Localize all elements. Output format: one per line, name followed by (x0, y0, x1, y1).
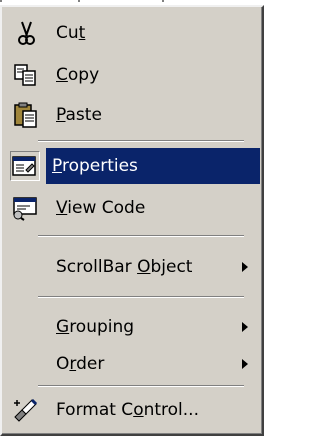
menu-item-cut[interactable]: Cut (6, 15, 260, 51)
submenu-arrow-icon (242, 322, 248, 332)
label-text: O (56, 354, 70, 374)
label-text: iew Code (67, 198, 146, 218)
menu-item-properties[interactable]: Properties (46, 148, 260, 184)
label-text: rouping (69, 317, 135, 337)
view-code-icon (12, 194, 40, 222)
menu-item-copy[interactable]: Copy (6, 57, 260, 93)
menu-separator (38, 140, 244, 142)
submenu-arrow-icon (242, 262, 248, 272)
edge-mark (78, 0, 80, 2)
menu-item-format-control[interactable]: Format Control... (6, 392, 260, 428)
label-text: aste (65, 105, 102, 125)
label-text: Format C (56, 400, 134, 420)
label-text: roperties (61, 156, 138, 176)
menu-separator (38, 296, 244, 298)
accelerator-key: o (133, 400, 144, 420)
clipboard-paste-icon (12, 101, 40, 129)
menu-item-order[interactable]: Order (6, 346, 260, 382)
menu-item-grouping[interactable]: Grouping (6, 309, 260, 345)
properties-icon (10, 151, 40, 181)
menu-item-paste[interactable]: Paste (6, 97, 260, 133)
label-text: ScrollBar (56, 257, 138, 277)
accelerator-key: t (78, 23, 86, 43)
menu-item-view-code[interactable]: View Code (6, 190, 260, 226)
label-text: der (76, 354, 105, 374)
accelerator-key: O (137, 257, 151, 277)
accelerator-key: P (52, 156, 62, 176)
menu-separator (38, 235, 244, 237)
accelerator-key: P (56, 105, 66, 125)
accelerator-key: C (56, 65, 68, 85)
scissors-icon (12, 19, 40, 47)
accelerator-key: G (56, 317, 70, 337)
accelerator-key: V (56, 198, 68, 218)
label-text: Cu (56, 23, 79, 43)
menu-item-scrollbar-object[interactable]: ScrollBar Object (6, 249, 260, 285)
format-control-icon (12, 396, 40, 424)
edge-mark (162, 0, 164, 2)
label-text: opy (67, 65, 100, 85)
label-text: ntrol... (143, 400, 199, 420)
submenu-arrow-icon (242, 359, 248, 369)
label-text: bject (150, 257, 193, 277)
edge-mark (0, 0, 2, 2)
copy-icon (12, 61, 40, 89)
context-menu: Cut Copy Paste Properties View Code Scro… (0, 5, 264, 436)
menu-separator (38, 385, 244, 387)
